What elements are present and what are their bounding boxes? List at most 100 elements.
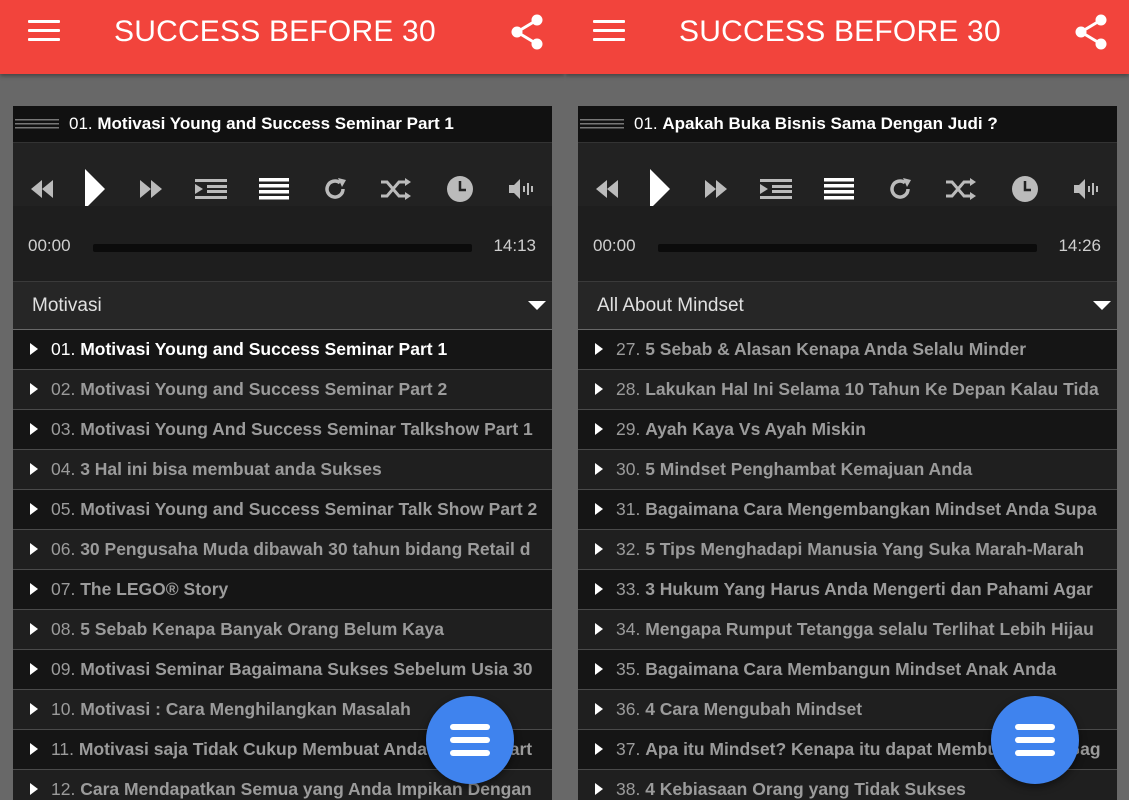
track-list-item[interactable]: 30. 5 Mindset Penghambat Kemajuan Anda bbox=[578, 450, 1117, 490]
track-number: 09. bbox=[51, 659, 76, 679]
play-arrow-icon bbox=[595, 583, 603, 595]
track-number: 36. bbox=[616, 699, 641, 719]
track-list-item[interactable]: 09. Motivasi Seminar Bagaimana Sukses Se… bbox=[13, 650, 552, 690]
track-title: 30. 5 Mindset Penghambat Kemajuan Anda bbox=[616, 459, 1113, 480]
play-arrow-icon bbox=[30, 583, 38, 595]
track-list-item[interactable]: 35. Bagaimana Cara Membangun Mindset Ana… bbox=[578, 650, 1117, 690]
track-number: 12. bbox=[51, 779, 76, 799]
track-number: 34. bbox=[616, 619, 641, 639]
app-title: SUCCESS BEFORE 30 bbox=[679, 15, 1001, 48]
track-list-item[interactable]: 03. Motivasi Young And Success Seminar T… bbox=[13, 410, 552, 450]
track-title: 34. Mengapa Rumput Tetangga selalu Terli… bbox=[616, 619, 1113, 640]
track-name: Bagaimana Cara Membangun Mindset Anak An… bbox=[645, 659, 1057, 679]
seek-bar[interactable] bbox=[93, 244, 472, 252]
play-arrow-icon bbox=[595, 423, 603, 435]
play-arrow-icon bbox=[595, 703, 603, 715]
track-title: 04. 3 Hal ini bisa membuat anda Sukses bbox=[51, 459, 548, 480]
category-label: All About Mindset bbox=[597, 295, 744, 316]
track-number: 30. bbox=[616, 459, 641, 479]
track-number: 06. bbox=[51, 539, 76, 559]
play-arrow-icon bbox=[30, 783, 38, 795]
track-title: 31. Bagaimana Cara Mengembangkan Mindset… bbox=[616, 499, 1113, 520]
track-list-item[interactable]: 34. Mengapa Rumput Tetangga selalu Terli… bbox=[578, 610, 1117, 650]
track-number: 31. bbox=[616, 499, 641, 519]
track-number: 32. bbox=[616, 539, 641, 559]
track-list-item[interactable]: 31. Bagaimana Cara Mengembangkan Mindset… bbox=[578, 490, 1117, 530]
track-list-item[interactable]: 07. The LEGO® Story bbox=[13, 570, 552, 610]
current-time: 00:00 bbox=[28, 236, 71, 255]
fab-menu-button[interactable] bbox=[426, 696, 514, 784]
share-icon[interactable] bbox=[1071, 12, 1111, 52]
menu-icon[interactable] bbox=[593, 20, 625, 44]
now-playing-title: 01. Motivasi Young and Success Seminar P… bbox=[69, 114, 454, 133]
category-dropdown[interactable]: Motivasi bbox=[13, 281, 552, 329]
track-name: Motivasi Young and Success Seminar Part … bbox=[80, 339, 448, 359]
track-title: 05. Motivasi Young and Success Seminar T… bbox=[51, 499, 548, 520]
track-name: Motivasi Young and Success Seminar Part … bbox=[80, 379, 448, 399]
track-name: Bagaimana Cara Mengembangkan Mindset And… bbox=[645, 499, 1097, 519]
play-arrow-icon bbox=[595, 503, 603, 515]
app-bar: SUCCESS BEFORE 30 bbox=[565, 0, 1129, 74]
menu-icon[interactable] bbox=[28, 20, 60, 44]
track-list-item[interactable]: 04. 3 Hal ini bisa membuat anda Sukses bbox=[13, 450, 552, 490]
track-list-item[interactable]: 05. Motivasi Young and Success Seminar T… bbox=[13, 490, 552, 530]
track-title: 35. Bagaimana Cara Membangun Mindset Ana… bbox=[616, 659, 1113, 680]
share-icon[interactable] bbox=[507, 12, 547, 52]
track-name: 3 Hukum Yang Harus Anda Mengerti dan Pah… bbox=[645, 579, 1093, 599]
track-title: 28. Lakukan Hal Ini Selama 10 Tahun Ke D… bbox=[616, 379, 1113, 400]
track-name: Ayah Kaya Vs Ayah Miskin bbox=[645, 419, 866, 439]
play-arrow-icon bbox=[30, 743, 38, 755]
right-screen: SUCCESS BEFORE 30 01. Apakah Buka Bisnis… bbox=[565, 0, 1129, 800]
fab-menu-button[interactable] bbox=[991, 696, 1079, 784]
progress-area: 00:00 14:26 bbox=[578, 206, 1117, 282]
track-list-item[interactable]: 32. 5 Tips Menghadapi Manusia Yang Suka … bbox=[578, 530, 1117, 570]
progress-area: 00:00 14:13 bbox=[13, 206, 552, 282]
track-name: 4 Kebiasaan Orang yang Tidak Sukses bbox=[645, 779, 966, 799]
play-arrow-icon bbox=[30, 463, 38, 475]
app-title: SUCCESS BEFORE 30 bbox=[114, 15, 436, 48]
play-arrow-icon bbox=[595, 343, 603, 355]
track-title: 27. 5 Sebab & Alasan Kenapa Anda Selalu … bbox=[616, 339, 1113, 360]
left-screen: SUCCESS BEFORE 30 01. Motivasi Young and… bbox=[0, 0, 565, 800]
category-label: Motivasi bbox=[32, 295, 102, 316]
track-number: 33. bbox=[616, 579, 641, 599]
category-dropdown[interactable]: All About Mindset bbox=[578, 281, 1117, 329]
caret-down-icon bbox=[1093, 301, 1111, 310]
track-name: Motivasi : Cara Menghilangkan Masalah bbox=[80, 699, 411, 719]
track-title: 01. Motivasi Young and Success Seminar P… bbox=[51, 339, 548, 360]
track-number: 07. bbox=[51, 579, 76, 599]
track-name: Mengapa Rumput Tetangga selalu Terlihat … bbox=[645, 619, 1094, 639]
total-time: 14:26 bbox=[1058, 236, 1101, 255]
track-list-item[interactable]: 01. Motivasi Young and Success Seminar P… bbox=[13, 330, 552, 370]
play-arrow-icon bbox=[595, 783, 603, 795]
play-arrow-icon bbox=[30, 543, 38, 555]
track-list-item[interactable]: 02. Motivasi Young and Success Seminar P… bbox=[13, 370, 552, 410]
track-number: 04. bbox=[51, 459, 76, 479]
play-arrow-icon bbox=[595, 463, 603, 475]
now-playing-bar: 01. Apakah Buka Bisnis Sama Dengan Judi … bbox=[578, 106, 1117, 143]
track-title: 32. 5 Tips Menghadapi Manusia Yang Suka … bbox=[616, 539, 1113, 560]
track-number: 29. bbox=[616, 419, 641, 439]
track-number: 08. bbox=[51, 619, 76, 639]
equalizer-icon bbox=[15, 119, 59, 129]
track-list-item[interactable]: 08. 5 Sebab Kenapa Banyak Orang Belum Ka… bbox=[13, 610, 552, 650]
track-list-item[interactable]: 06. 30 Pengusaha Muda dibawah 30 tahun b… bbox=[13, 530, 552, 570]
track-name: Motivasi Seminar Bagaimana Sukses Sebelu… bbox=[80, 659, 533, 679]
track-title: 33. 3 Hukum Yang Harus Anda Mengerti dan… bbox=[616, 579, 1113, 600]
track-list-item[interactable]: 29. Ayah Kaya Vs Ayah Miskin bbox=[578, 410, 1117, 450]
track-name: The LEGO® Story bbox=[80, 579, 229, 599]
track-number: 28. bbox=[616, 379, 641, 399]
play-arrow-icon bbox=[595, 663, 603, 675]
track-title: 29. Ayah Kaya Vs Ayah Miskin bbox=[616, 419, 1113, 440]
track-list-item[interactable]: 27. 5 Sebab & Alasan Kenapa Anda Selalu … bbox=[578, 330, 1117, 370]
track-number: 10. bbox=[51, 699, 76, 719]
track-list-item[interactable]: 33. 3 Hukum Yang Harus Anda Mengerti dan… bbox=[578, 570, 1117, 610]
play-arrow-icon bbox=[595, 743, 603, 755]
track-name: 5 Sebab & Alasan Kenapa Anda Selalu Mind… bbox=[645, 339, 1027, 359]
track-number: 11. bbox=[51, 739, 75, 759]
track-name: 5 Tips Menghadapi Manusia Yang Suka Mara… bbox=[645, 539, 1085, 559]
seek-bar[interactable] bbox=[658, 244, 1037, 252]
caret-down-icon bbox=[528, 301, 546, 310]
track-list-item[interactable]: 28. Lakukan Hal Ini Selama 10 Tahun Ke D… bbox=[578, 370, 1117, 410]
track-number: 27. bbox=[616, 339, 641, 359]
